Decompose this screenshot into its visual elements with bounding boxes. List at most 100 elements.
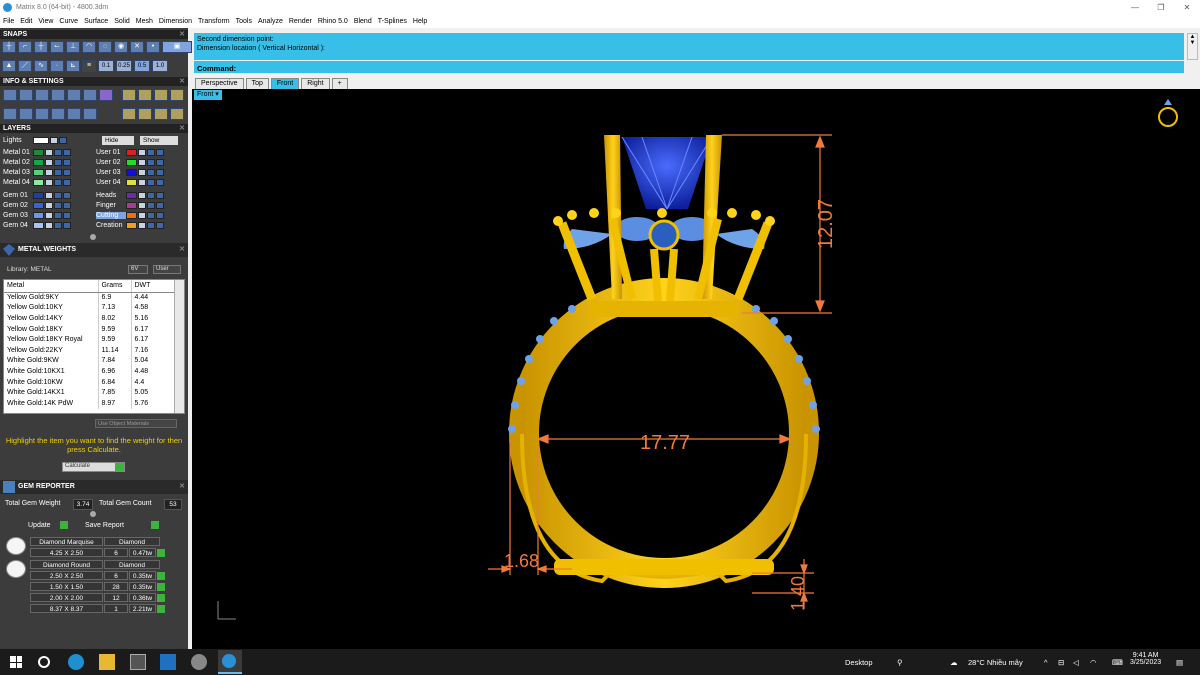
front-viewport[interactable]: Front ▾ 12.07 17.77 1.68 1.40: [192, 89, 1200, 649]
distribute-icon[interactable]: [154, 108, 168, 120]
layer-row[interactable]: Cutting: [96, 211, 165, 220]
tab-top[interactable]: Top: [245, 78, 269, 89]
round-gem-icon[interactable]: [6, 560, 26, 578]
tab-front[interactable]: Front: [270, 78, 300, 89]
layer-color-swatch[interactable]: [126, 159, 137, 166]
search-icon[interactable]: [38, 656, 50, 668]
snap-tan-button[interactable]: ◠: [82, 41, 96, 53]
layer-row[interactable]: Gem 02: [3, 201, 72, 210]
library-select-2[interactable]: User: [153, 265, 181, 274]
snap-value-05[interactable]: 0.5: [134, 60, 150, 72]
bulb-icon[interactable]: [156, 149, 164, 156]
table-row[interactable]: Yellow Gold:22KY 11.14 7.16: [4, 344, 176, 356]
update-button[interactable]: [60, 521, 68, 529]
visibility-icon[interactable]: [147, 179, 155, 186]
snap-planar-button[interactable]: ▣: [162, 41, 192, 53]
marquise-gem-icon[interactable]: [6, 537, 26, 555]
lock-icon[interactable]: [138, 149, 146, 156]
visibility-icon[interactable]: [54, 192, 62, 199]
layer-row[interactable]: Gem 03: [3, 211, 72, 220]
menu-file[interactable]: File: [3, 18, 14, 25]
restore-button[interactable]: ❐: [1148, 0, 1174, 14]
ruler-icon[interactable]: [122, 89, 136, 101]
bulb-icon[interactable]: [156, 179, 164, 186]
material-icon[interactable]: [83, 108, 97, 120]
menu-analyze[interactable]: Analyze: [258, 18, 283, 25]
select-gems-button[interactable]: [157, 583, 165, 591]
filter-icon[interactable]: [51, 108, 65, 120]
print-icon[interactable]: [51, 89, 65, 101]
layer-color-swatch[interactable]: [33, 202, 44, 209]
lock-icon[interactable]: [45, 149, 53, 156]
wifi-icon[interactable]: ◠: [1090, 649, 1097, 675]
snap-int-button[interactable]: ✕: [130, 41, 144, 53]
lock-icon[interactable]: [138, 192, 146, 199]
lock-icon[interactable]: [45, 202, 53, 209]
select-gems-button[interactable]: [157, 594, 165, 602]
menu-solid[interactable]: Solid: [114, 18, 130, 25]
layer-row[interactable]: Gem 01: [3, 191, 72, 200]
report-icon[interactable]: [170, 108, 184, 120]
lock-icon[interactable]: [45, 179, 53, 186]
lock-icon[interactable]: [138, 202, 146, 209]
layer-color-swatch[interactable]: [33, 169, 44, 176]
lock-icon[interactable]: [45, 222, 53, 229]
command-input[interactable]: [238, 62, 1139, 71]
layer-row[interactable]: User 02: [96, 158, 165, 167]
ring-view-icon[interactable]: [1158, 99, 1178, 127]
layer-color-swatch[interactable]: [126, 169, 137, 176]
zoom-icon[interactable]: [19, 89, 33, 101]
visibility-icon[interactable]: [147, 202, 155, 209]
pen-icon[interactable]: [83, 89, 97, 101]
visibility-icon[interactable]: [54, 179, 62, 186]
menu-blend[interactable]: Blend: [354, 18, 372, 25]
save-report-button[interactable]: [151, 521, 159, 529]
snap-quad-button[interactable]: ◌: [98, 41, 112, 53]
edge-icon[interactable]: [68, 654, 84, 670]
measure-icon[interactable]: [154, 89, 168, 101]
snap-center-button[interactable]: ◉: [114, 41, 128, 53]
matrix-taskbar-button[interactable]: [218, 650, 242, 674]
dims-icon[interactable]: [122, 108, 136, 120]
table-row[interactable]: Yellow Gold:9KY 6.9 4.44: [4, 292, 176, 303]
snap-vertex-button[interactable]: ▲: [2, 60, 16, 72]
people-icon[interactable]: ⚲: [897, 649, 903, 675]
settings-icon[interactable]: [3, 89, 17, 101]
calculate-button[interactable]: Calculate: [62, 462, 125, 472]
visibility-icon[interactable]: [147, 169, 155, 176]
menu-rhino[interactable]: Rhino 5.0: [318, 18, 348, 25]
table-row[interactable]: Yellow Gold:10KY 7.13 4.58: [4, 302, 176, 314]
snap-line-button[interactable]: ／: [18, 60, 32, 72]
tray-expand-icon[interactable]: ^: [1044, 649, 1048, 675]
lock-icon[interactable]: [138, 222, 146, 229]
lock-icon[interactable]: [45, 159, 53, 166]
visibility-icon[interactable]: [147, 212, 155, 219]
render-icon[interactable]: [35, 89, 49, 101]
visibility-icon[interactable]: [147, 222, 155, 229]
menu-mesh[interactable]: Mesh: [136, 18, 153, 25]
layer-color-swatch[interactable]: [33, 179, 44, 186]
keyboard-icon[interactable]: ⌨: [1112, 649, 1123, 675]
bulb-icon[interactable]: [156, 202, 164, 209]
snap-grid-button[interactable]: ┼: [2, 41, 16, 53]
menu-edit[interactable]: Edit: [20, 18, 32, 25]
bulb-icon[interactable]: [156, 192, 164, 199]
layer-color-swatch[interactable]: [126, 149, 137, 156]
snap-mid-button[interactable]: ┼: [34, 41, 48, 53]
tab-right[interactable]: Right: [301, 78, 330, 89]
layer-color-swatch[interactable]: [33, 222, 44, 229]
table-scrollbar[interactable]: [174, 280, 184, 413]
snap-curve-button[interactable]: ∿: [34, 60, 48, 72]
lock-icon[interactable]: [138, 179, 146, 186]
bulb-icon[interactable]: [156, 222, 164, 229]
snap-perp-button[interactable]: ⊥: [66, 41, 80, 53]
table-row[interactable]: White Gold:9KW 7.84 5.04: [4, 355, 176, 367]
store-icon[interactable]: [130, 654, 146, 670]
library-select-1[interactable]: 6V: [128, 265, 148, 274]
lock-icon[interactable]: [45, 192, 53, 199]
layer-color-swatch[interactable]: [126, 202, 137, 209]
snap-point-button[interactable]: ·: [50, 60, 64, 72]
layer-row[interactable]: Heads: [96, 191, 165, 200]
table-row[interactable]: White Gold:14KX1 7.85 5.05: [4, 387, 176, 398]
network-icon[interactable]: ⊟: [1058, 649, 1064, 675]
